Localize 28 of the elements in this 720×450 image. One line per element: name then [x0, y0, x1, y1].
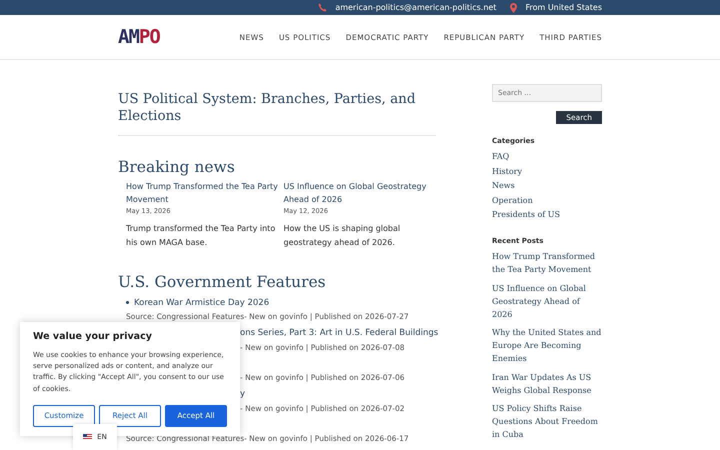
location-pin-icon [510, 2, 518, 12]
category-link[interactable]: News [492, 179, 602, 192]
post-link[interactable]: How Trump Transformed the Tea Party Movement [126, 180, 278, 206]
category-link[interactable]: History [492, 164, 602, 178]
page-title: US Political System: Branches, Parties, and Elections [118, 91, 417, 125]
phone-icon [318, 3, 328, 12]
recent-post-link[interactable]: How Trump Transformed the Tea Party Movement [492, 250, 602, 276]
post-excerpt: How the US is shaping global geostrategy ahead of 2026. [284, 223, 402, 249]
feature-link[interactable]: ons Series, Part 3: Art in U.S. Federal Buildings [240, 328, 438, 338]
bullet-icon [126, 301, 129, 304]
recent-post-link[interactable]: Why the United States and Europe Are Becoming Enemies [492, 326, 602, 365]
recent-post-link[interactable]: US Influence on Global Geostrategy Ahead of 2026 [492, 282, 602, 320]
category-link[interactable]: Operation [492, 194, 602, 206]
category-link[interactable]: FAQ [492, 150, 602, 163]
section-heading: U.S. Government Features [118, 273, 327, 291]
recent-post-link[interactable]: US Policy Shifts Raise Questions About Freedom in Cuba [492, 402, 602, 441]
email-address[interactable]: american-politics@american-politics.net [335, 3, 496, 12]
post-excerpt: Trump transformed the Tea Party into his own MAGA base. [126, 223, 276, 248]
section-heading: Breaking news [118, 158, 236, 176]
category-link[interactable]: Presidents of US [492, 208, 602, 221]
cookie-title: We value your privacy [33, 331, 153, 342]
flag-icon [83, 434, 92, 440]
location-text: From United States [525, 3, 602, 12]
post-link[interactable]: US Influence on Global Geostrategy Ahead of 2026 [284, 180, 436, 206]
recent-post-link[interactable]: Iran War Updates As US Weighs Global Response [492, 370, 602, 396]
logo[interactable]: AMPO [118, 26, 160, 48]
feature-link[interactable]: y [240, 389, 246, 399]
feature-link[interactable]: Korean War Armistice Day 2026 [134, 298, 270, 308]
